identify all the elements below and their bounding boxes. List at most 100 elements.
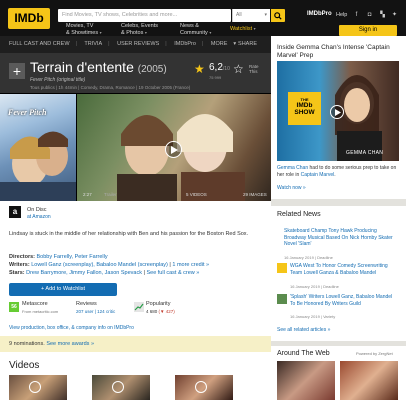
- rating-votes[interactable]: 75 999: [209, 75, 221, 80]
- rate-star-icon[interactable]: ☆: [233, 62, 244, 76]
- play-icon: [112, 381, 124, 393]
- metascore-badge[interactable]: 56: [9, 302, 19, 312]
- more-awards-link[interactable]: See more awards »: [46, 341, 94, 347]
- video-label: Trailer: [104, 192, 117, 197]
- separator: |: [108, 41, 110, 47]
- writers-more-link[interactable]: 1 more credit »: [172, 262, 209, 268]
- chevron-down-icon: ▾: [144, 29, 147, 35]
- play-icon: [195, 381, 207, 393]
- play-button[interactable]: [330, 105, 344, 119]
- video-duration: 2:27: [83, 192, 92, 197]
- imdbpro-link[interactable]: IMDbPro: [307, 11, 332, 17]
- news-item-title[interactable]: WGA West To Honor Comedy Screenwriting T…: [290, 263, 396, 276]
- movie-link[interactable]: Captain Marvel: [301, 172, 335, 178]
- chevron-down-icon: ▾: [233, 41, 237, 47]
- twitter-icon[interactable]: ✦: [391, 12, 398, 19]
- watch-now-link[interactable]: Watch now »: [277, 185, 306, 191]
- title-year[interactable]: (2005): [138, 64, 167, 75]
- all-related-link[interactable]: See all related articles »: [277, 327, 330, 333]
- videos-count-link[interactable]: 5 VIDEOS: [186, 192, 207, 197]
- directors-row: Directors: Bobby Farrelly, Peter Farrell…: [9, 254, 108, 260]
- menu-celebs-events[interactable]: Celebs, Events & Photos ▾: [121, 23, 158, 36]
- subnav-more[interactable]: MORE: [211, 41, 228, 47]
- rating-scale: /10: [222, 66, 230, 72]
- page-title: Terrain d'entente (2005): [30, 59, 167, 75]
- sign-in-button[interactable]: Sign in: [339, 25, 397, 36]
- twitch-icon[interactable]: ▚: [379, 12, 386, 19]
- news-thumbnail[interactable]: [277, 294, 287, 304]
- person-link[interactable]: Gemma Chan: [277, 165, 308, 171]
- news-item-date: 16 January 2019 | Deadline: [290, 284, 339, 289]
- poster-image[interactable]: Fever Pitch: [0, 94, 76, 201]
- stars-row: Stars: Drew Barrymore, Jimmy Fallon, Jas…: [9, 270, 200, 276]
- menu-news-community[interactable]: News & Community ▾: [180, 23, 211, 36]
- search-scope-select[interactable]: All ▾: [232, 9, 270, 22]
- help-link[interactable]: Help: [336, 12, 347, 18]
- featured-video-title[interactable]: Inside Gemma Chan's Intense 'Captain Mar…: [277, 44, 399, 60]
- featured-video-caption: Gemma Chan had to do some serious prep t…: [277, 165, 399, 179]
- video-thumbnail[interactable]: [9, 375, 67, 400]
- search-input[interactable]: Find Movies, TV shows, Celebrities and m…: [58, 9, 231, 22]
- original-title: Fever Pitch (original title): [30, 77, 86, 83]
- chevron-down-icon: ▾: [264, 12, 267, 18]
- facebook-icon[interactable]: f: [353, 12, 360, 19]
- featured-person-label: GEMMA CHAN: [346, 150, 384, 156]
- imdb-show-logo: THE IMDb SHOW: [288, 92, 321, 125]
- subnav-user-reviews[interactable]: USER REVIEWS: [117, 41, 159, 47]
- powered-by-label: Powered by ZergNet: [356, 351, 393, 356]
- menu-label: & Photos: [121, 29, 144, 36]
- add-to-watchlist-button[interactable]: + Add to Watchlist: [9, 283, 117, 296]
- subnav-full-cast[interactable]: FULL CAST AND CREW: [9, 41, 70, 47]
- amazon-link[interactable]: at Amazon: [27, 214, 51, 220]
- directors-links[interactable]: Bobby Farrelly, Peter Farrelly: [37, 254, 108, 260]
- play-icon: [171, 145, 178, 154]
- stars-label: Stars:: [9, 270, 25, 276]
- writers-label: Writers:: [9, 262, 30, 268]
- news-item-title[interactable]: 'Splash' Writers Lowell Ganz, Babaloo Ma…: [290, 294, 396, 307]
- subnav-trivia[interactable]: TRIVIA: [84, 41, 102, 47]
- rate-this-label[interactable]: Rate This: [249, 64, 263, 74]
- popularity-value: 4 680 (▼ 427): [146, 309, 175, 314]
- play-icon: [29, 381, 41, 393]
- nominations-text: 9 nominations.: [9, 341, 45, 347]
- news-item-date: 16 January 2019 | Deadline: [284, 255, 333, 260]
- menu-movies-tv[interactable]: Movies, TV & Showtimes ▾: [66, 23, 102, 36]
- subnav-imdbpro[interactable]: IMDbPro: [174, 41, 196, 47]
- play-icon: [335, 109, 341, 116]
- stars-links[interactable]: Drew Barrymore, Jimmy Fallon, Jason Spev…: [26, 270, 142, 276]
- related-news-heading: Related News: [277, 211, 321, 218]
- awards-bar: 9 nominations. See more awards »: [0, 336, 271, 352]
- star-icon: ★: [194, 62, 205, 76]
- watchlist-link[interactable]: Watchlist ▾: [230, 26, 256, 32]
- full-cast-link[interactable]: See full cast & crew »: [146, 270, 199, 276]
- plot-summary: Lindsay is stuck in the middle of her re…: [9, 231, 249, 237]
- share-button[interactable]: SHARE: [238, 36, 257, 53]
- menu-label: & Showtimes: [66, 29, 99, 36]
- add-to-watchlist-ribbon[interactable]: +: [9, 63, 25, 79]
- popularity-label: Popularity: [146, 301, 171, 307]
- search-button[interactable]: [271, 9, 285, 22]
- images-count-link[interactable]: 29 IMAGES: [243, 192, 267, 197]
- reviews-links[interactable]: 207 user | 124 critic: [76, 309, 115, 314]
- menu-label: Movies, TV: [66, 23, 94, 29]
- video-thumbnail[interactable]: [92, 375, 150, 400]
- amazon-icon[interactable]: a: [9, 206, 21, 218]
- poster-title-text: Fever Pitch: [8, 108, 47, 117]
- chevron-down-icon: ▾: [209, 29, 212, 35]
- news-thumbnail[interactable]: [277, 263, 287, 273]
- video-thumbnail[interactable]: [175, 375, 233, 400]
- title-subnav: FULL CAST AND CREW | TRIVIA | USER REVIEWS…: [0, 36, 271, 53]
- news-item-title[interactable]: Skateboard Champ Tony Hawk Producing Bro…: [284, 228, 396, 248]
- popularity-icon: [134, 302, 144, 312]
- web-article-image[interactable]: [277, 361, 335, 400]
- show-logo-big: IMDb SHOW: [294, 102, 315, 116]
- imdbpro-production-link[interactable]: View production, box office, & company i…: [9, 325, 134, 331]
- writers-links[interactable]: Lowell Ganz (screenplay), Babaloo Mandel…: [31, 262, 168, 268]
- popularity-number: 4 680: [146, 309, 158, 314]
- play-button[interactable]: [165, 141, 182, 158]
- imdb-logo[interactable]: IMDb: [8, 8, 50, 29]
- popularity-delta: (▼ 427): [158, 309, 175, 314]
- web-article-image[interactable]: [340, 361, 398, 400]
- instagram-icon[interactable]: ◘: [366, 12, 373, 19]
- reviews-label: Reviews: [76, 301, 97, 307]
